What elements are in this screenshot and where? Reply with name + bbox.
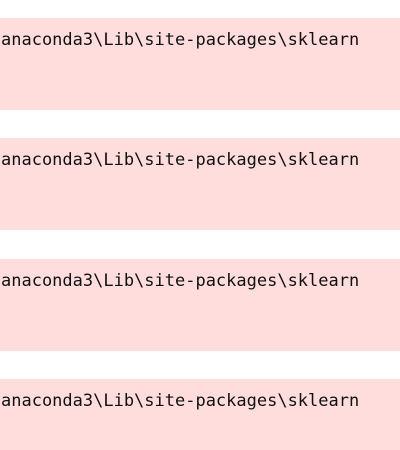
stderr-path-text: anaconda3\Lib\site-packages\sklearn: [1, 150, 360, 170]
stderr-output-block: anaconda3\Lib\site-packages\sklearn: [0, 18, 400, 110]
stderr-output-block: anaconda3\Lib\site-packages\sklearn: [0, 138, 400, 230]
stderr-path-text: anaconda3\Lib\site-packages\sklearn: [1, 271, 360, 291]
stderr-output-block: anaconda3\Lib\site-packages\sklearn: [0, 379, 400, 450]
stderr-path-text: anaconda3\Lib\site-packages\sklearn: [1, 391, 360, 411]
stderr-output-block: anaconda3\Lib\site-packages\sklearn: [0, 259, 400, 351]
stderr-path-text: anaconda3\Lib\site-packages\sklearn: [1, 30, 360, 50]
notebook-output-area: anaconda3\Lib\site-packages\sklearn anac…: [0, 0, 400, 450]
